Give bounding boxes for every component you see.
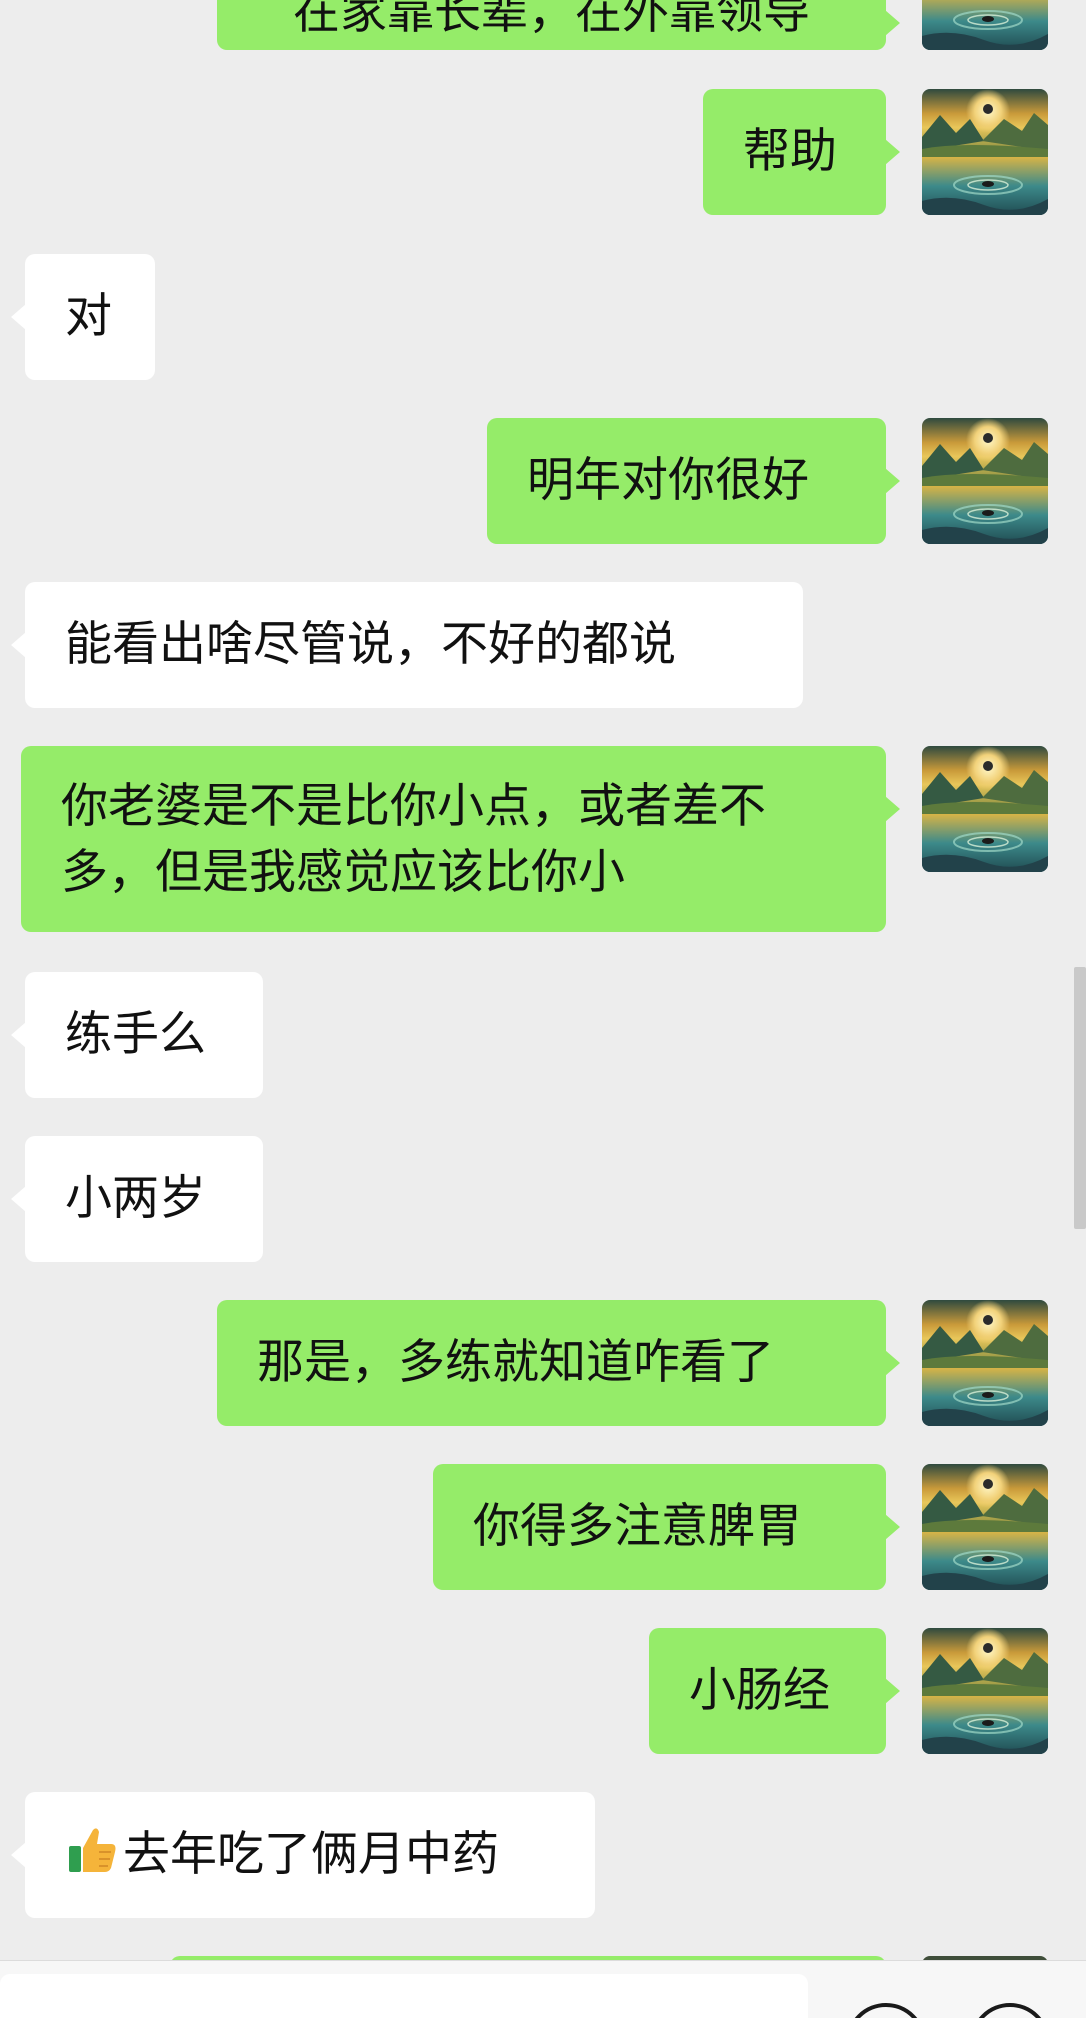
landscape-avatar-icon	[922, 1628, 1048, 1754]
message-text-line-2: 多，但是我感觉应该比你小	[61, 845, 625, 900]
message-bubble-sent[interactable]: 那是，多练就知道咋看了	[217, 1300, 900, 1426]
message-text: 小肠经	[689, 1663, 830, 1718]
message-text: 小两岁	[65, 1171, 206, 1226]
message-bubble-received[interactable]: 对	[11, 254, 155, 380]
message-text: 在家靠长辈，在外靠领导	[293, 0, 810, 40]
message-input[interactable]	[0, 1974, 808, 2018]
chat-screen: 在家靠长辈，在外靠领导 帮助 对 明年对你很好 能看出啥尽管说，不好的都说 你老…	[0, 0, 1086, 2018]
avatar[interactable]	[922, 746, 1048, 872]
message-bubble-received[interactable]: 能看出啥尽管说，不好的都说	[11, 582, 803, 708]
message-bubble-received[interactable]: 小两岁	[11, 1136, 263, 1262]
avatar[interactable]	[922, 1300, 1048, 1426]
message-bubble-sent[interactable]: 帮助	[703, 89, 900, 215]
message-bubble-received[interactable]: 去年吃了俩月中药	[11, 1792, 595, 1918]
avatar[interactable]	[922, 1628, 1048, 1754]
thumbs-up-icon	[69, 1828, 116, 1872]
landscape-avatar-icon	[922, 418, 1048, 544]
message-text: 帮助	[743, 124, 837, 179]
message-bubble-sent[interactable]: 小肠经	[649, 1628, 900, 1754]
message-bubble-sent[interactable]: 你老婆是不是比你小点，或者差不 多，但是我感觉应该比你小	[21, 746, 900, 932]
message-text: 对	[65, 289, 112, 344]
scrollbar-thumb[interactable]	[1074, 967, 1086, 1229]
message-text: 那是，多练就知道咋看了	[257, 1335, 774, 1390]
message-text: 去年吃了俩月中药	[123, 1827, 499, 1882]
avatar[interactable]	[922, 1464, 1048, 1590]
message-bubble-received[interactable]: 练手么	[11, 972, 263, 1098]
message-text: 练手么	[65, 1007, 206, 1062]
message-text: 明年对你很好	[527, 453, 809, 508]
message-bubble-sent[interactable]: 在家靠长辈，在外靠领导	[217, 0, 900, 50]
message-text-line-1: 你老婆是不是比你小点，或者差不	[61, 779, 766, 834]
message-text: 能看出啥尽管说，不好的都说	[65, 617, 676, 672]
landscape-avatar-icon	[922, 1300, 1048, 1426]
landscape-avatar-icon	[922, 89, 1048, 215]
avatar[interactable]	[922, 418, 1048, 544]
message-bubble-sent[interactable]: 明年对你很好	[487, 418, 900, 544]
landscape-avatar-icon	[922, 746, 1048, 872]
message-text: 你得多注意脾胃	[473, 1499, 802, 1554]
landscape-avatar-icon	[922, 1464, 1048, 1590]
message-bubble-sent[interactable]: 你得多注意脾胃	[433, 1464, 900, 1590]
landscape-avatar-icon	[922, 0, 1048, 50]
message-content: 去年吃了俩月中药	[65, 1822, 555, 1888]
avatar[interactable]	[922, 0, 1048, 50]
avatar[interactable]	[922, 89, 1048, 215]
